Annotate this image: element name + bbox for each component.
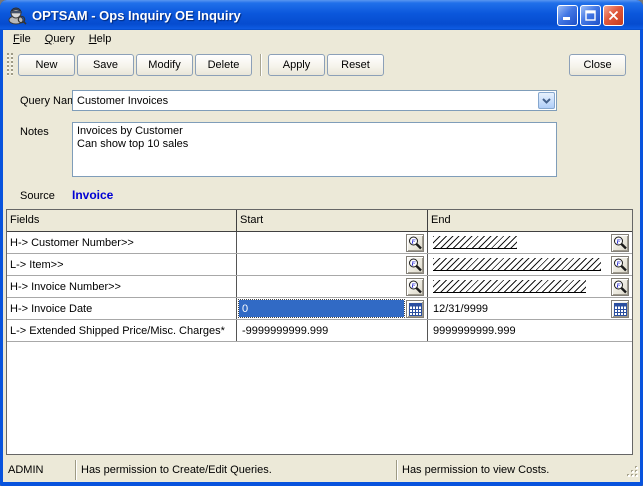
magnifier-icon: F <box>613 280 627 293</box>
start-value-cell[interactable]: 0 <box>237 298 428 319</box>
magnifier-icon: F <box>408 258 422 271</box>
table-row: L-> Extended Shipped Price/Misc. Charges… <box>7 320 632 342</box>
end-value-cell[interactable]: 9999999999.999 <box>428 320 632 341</box>
end-value-cell[interactable]: 12/31/9999 <box>428 298 632 319</box>
field-name-cell: H-> Invoice Number>> <box>7 276 237 297</box>
svg-text:F: F <box>616 282 621 289</box>
query-name-combobox[interactable]: Customer Invoices <box>72 90 557 111</box>
field-name-cell: H-> Invoice Date <box>7 298 237 319</box>
field-name-cell: L-> Item>> <box>7 254 237 275</box>
table-row: L-> Item>> F F <box>7 254 632 276</box>
menu-query[interactable]: Query <box>38 31 82 48</box>
table-row: H-> Customer Number>> F F <box>7 232 632 254</box>
calendar-button[interactable] <box>406 300 424 318</box>
maximize-button[interactable] <box>580 5 601 26</box>
magnifier-icon: F <box>613 258 627 271</box>
toolbar-grip-handle[interactable] <box>7 53 13 76</box>
lookup-button[interactable]: F <box>406 234 424 252</box>
status-user: ADMIN <box>8 464 44 476</box>
lookup-button[interactable]: F <box>406 278 424 296</box>
svg-text:F: F <box>411 260 416 267</box>
app-icon <box>7 5 27 25</box>
query-name-dropdown-button[interactable] <box>538 92 555 109</box>
end-value-cell[interactable]: F <box>428 276 632 297</box>
menu-help[interactable]: Help <box>82 31 119 48</box>
save-button[interactable]: Save <box>77 53 134 76</box>
table-row: H-> Invoice Number>> F F <box>7 276 632 298</box>
reset-button[interactable]: Reset <box>327 53 384 76</box>
end-value-cell[interactable]: F <box>428 254 632 275</box>
calendar-icon <box>613 302 627 316</box>
lookup-button[interactable]: F <box>611 278 629 296</box>
status-bar: ADMIN Has permission to Create/Edit Quer… <box>3 458 640 482</box>
svg-text:F: F <box>616 260 621 267</box>
svg-text:F: F <box>616 238 621 245</box>
new-button[interactable]: New <box>18 53 75 76</box>
lookup-button[interactable]: F <box>611 234 629 252</box>
chevron-down-icon <box>542 97 551 104</box>
svg-text:F: F <box>411 282 416 289</box>
end-value: 9999999999.999 <box>433 324 516 337</box>
start-value-cell[interactable]: F <box>237 276 428 297</box>
end-value: 12/31/9999 <box>433 302 489 315</box>
fields-table: Fields Start End H-> Customer Number>> F… <box>6 209 633 455</box>
toolbar: New Save Modify Delete Apply Reset Close <box>3 49 640 80</box>
column-header-end: End <box>431 214 451 226</box>
field-name-cell: H-> Customer Number>> <box>7 232 237 253</box>
lookup-button[interactable]: F <box>406 256 424 274</box>
status-permission-costs: Has permission to view Costs. <box>402 464 550 476</box>
delete-button[interactable]: Delete <box>195 53 252 76</box>
menu-bar: File Query Help <box>3 30 640 49</box>
table-row: H-> Invoice Date 0 12/31/9999 <box>7 298 632 320</box>
magnifier-icon: F <box>408 236 422 249</box>
magnifier-icon: F <box>408 280 422 293</box>
masked-value <box>433 236 517 249</box>
notes-label: Notes <box>20 126 49 138</box>
window-title: OPTSAM - Ops Inquiry OE Inquiry <box>32 7 241 23</box>
table-header-row: Fields Start End <box>7 210 632 232</box>
close-window-button[interactable] <box>603 5 624 26</box>
close-button[interactable]: Close <box>569 53 626 76</box>
maximize-icon <box>585 10 596 21</box>
field-name-cell: L-> Extended Shipped Price/Misc. Charges… <box>7 320 237 341</box>
start-value-cell[interactable]: F <box>237 254 428 275</box>
calendar-button[interactable] <box>611 300 629 318</box>
start-value: -9999999999.999 <box>242 324 329 337</box>
svg-text:F: F <box>411 238 416 245</box>
start-value-cell[interactable]: -9999999999.999 <box>237 320 428 341</box>
menu-file[interactable]: File <box>6 31 38 48</box>
lookup-button[interactable]: F <box>611 256 629 274</box>
resize-grip[interactable] <box>626 465 639 481</box>
start-value-cell[interactable]: F <box>237 232 428 253</box>
minimize-icon <box>563 17 570 20</box>
masked-value <box>433 258 601 271</box>
title-bar[interactable]: OPTSAM - Ops Inquiry OE Inquiry <box>0 0 643 30</box>
notes-textarea[interactable]: Invoices by Customer Can show top 10 sal… <box>72 122 557 177</box>
minimize-button[interactable] <box>557 5 578 26</box>
masked-value <box>433 280 586 293</box>
magnifier-icon: F <box>613 236 627 249</box>
apply-button[interactable]: Apply <box>268 53 325 76</box>
source-value: Invoice <box>72 188 114 202</box>
calendar-icon <box>408 302 422 316</box>
column-header-start: Start <box>237 210 428 231</box>
column-header-fields: Fields <box>7 210 237 231</box>
toolbar-separator <box>260 53 261 76</box>
source-label: Source <box>20 190 55 202</box>
modify-button[interactable]: Modify <box>136 53 193 76</box>
query-name-value: Customer Invoices <box>77 94 169 107</box>
selected-date-input[interactable]: 0 <box>238 299 405 318</box>
status-permission-queries: Has permission to Create/Edit Queries. <box>81 464 272 476</box>
app-window: OPTSAM - Ops Inquiry OE Inquiry File Que… <box>0 0 643 486</box>
end-value-cell[interactable]: F <box>428 232 632 253</box>
close-icon <box>608 10 619 21</box>
